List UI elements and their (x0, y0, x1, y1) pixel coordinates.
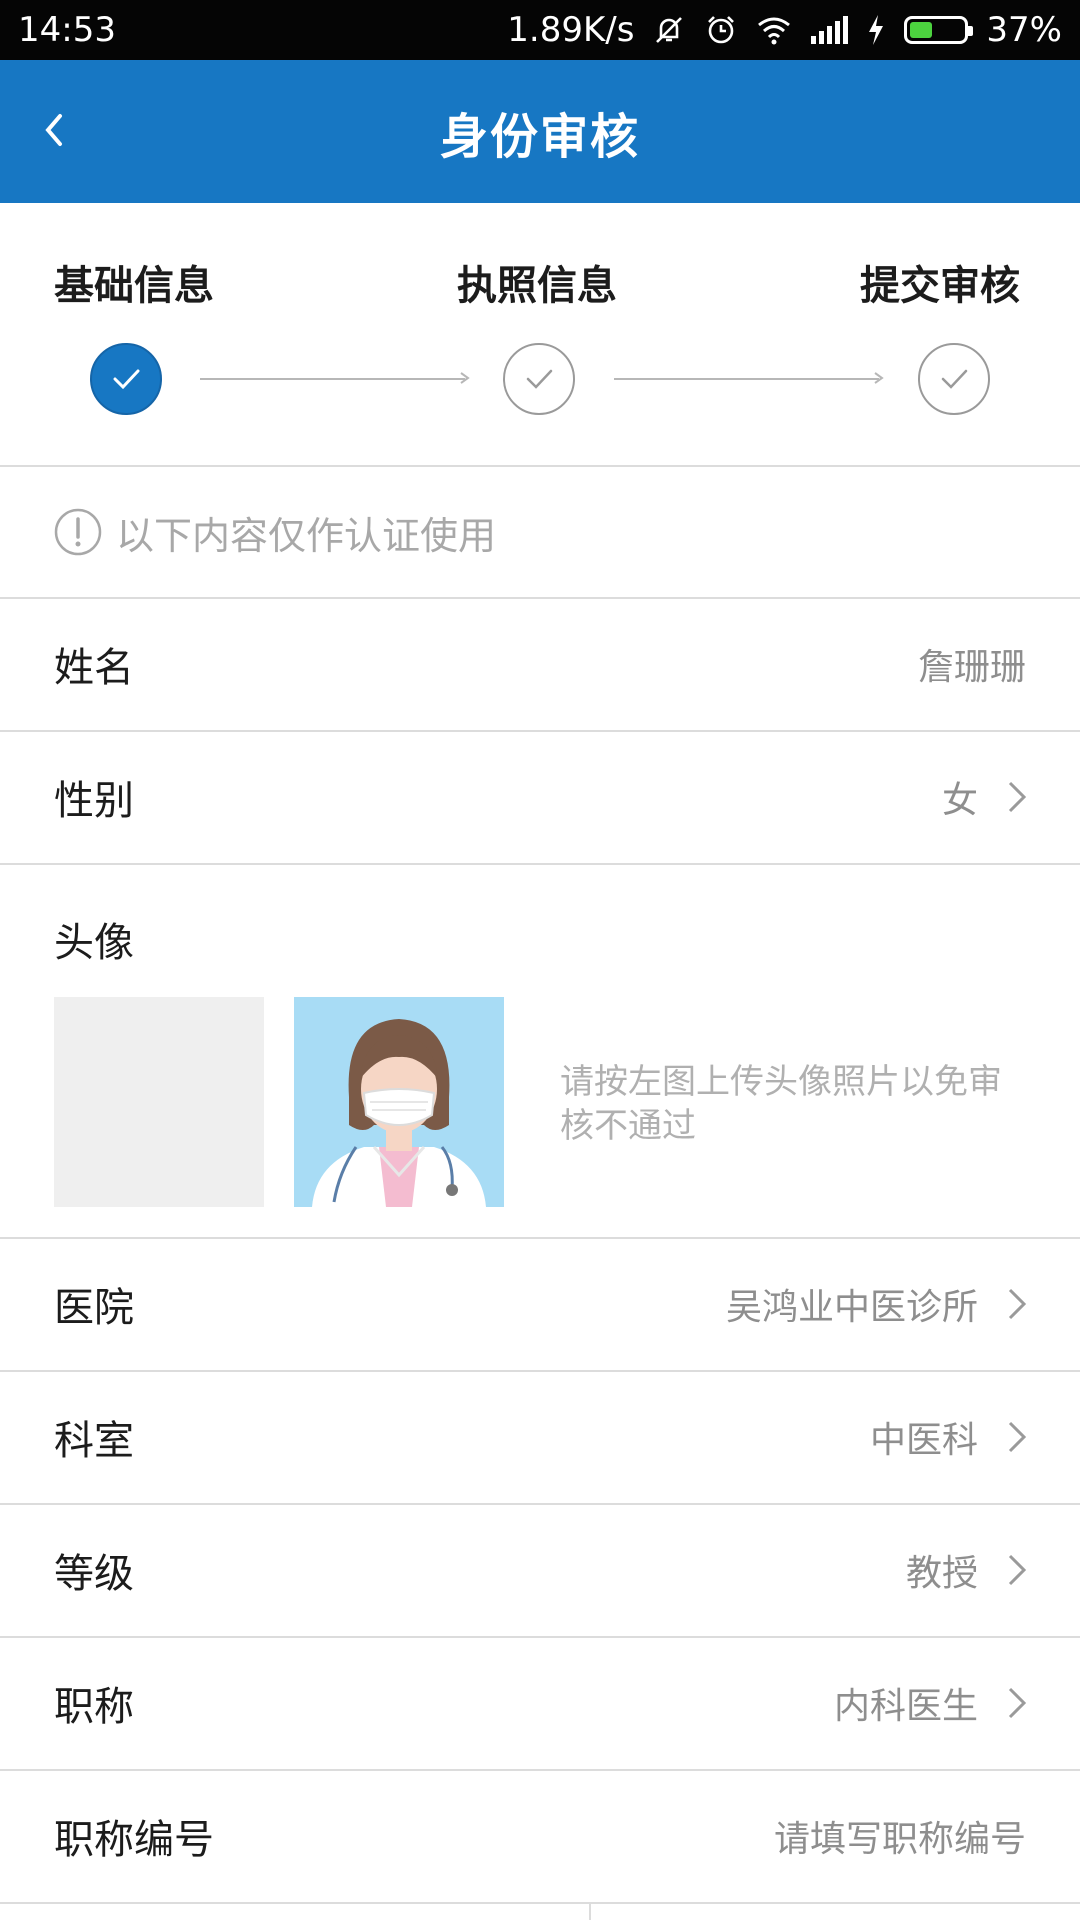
name-row: 姓名 詹珊珊 (0, 599, 1080, 729)
title-row[interactable]: 职称 内科医生 (0, 1638, 1080, 1768)
department-row[interactable]: 科室 中医科 (0, 1372, 1080, 1502)
chevron-right-icon (1008, 1421, 1027, 1453)
step-license-check-icon (503, 343, 575, 415)
title-label: 职称 (54, 1684, 134, 1730)
mute-icon (652, 13, 686, 47)
chevron-right-icon (1008, 1288, 1027, 1320)
gender-value-group: 女 (942, 771, 1030, 823)
step-connector-2 (614, 378, 879, 380)
button-separator (589, 1904, 591, 1920)
signal-icon (810, 16, 849, 44)
hospital-value: 吴鸿业中医诊所 (725, 1287, 978, 1328)
title-value: 内科医生 (833, 1686, 978, 1727)
avatar-hint: 请按左图上传头像照片以免审核不通过 (560, 1062, 1002, 1146)
arrow-right-icon (874, 372, 884, 384)
name-label: 姓名 (54, 645, 134, 691)
gender-label: 性别 (54, 778, 134, 824)
back-button[interactable] (36, 100, 76, 160)
step-label-submit: 提交审核 (860, 263, 1020, 309)
status-bar: 14:53 1.89K/s 37% (0, 0, 1080, 60)
info-icon (54, 508, 102, 556)
divider (0, 863, 1080, 865)
notice-text: 以下内容仅作认证使用 (116, 513, 497, 558)
level-value: 教授 (905, 1553, 978, 1594)
step-basic-check-icon (90, 343, 162, 415)
level-row[interactable]: 等级 教授 (0, 1505, 1080, 1635)
department-value-group: 中医科 (870, 1411, 1030, 1463)
page-title: 身份审核 (439, 108, 640, 165)
chevron-left-icon (45, 114, 62, 146)
wifi-icon (756, 15, 792, 45)
battery-icon (904, 16, 974, 44)
avatar-upload-slot[interactable] (54, 997, 264, 1207)
net-speed: 1.89K/s (507, 10, 635, 50)
arrow-right-icon (460, 372, 470, 384)
gender-value: 女 (941, 780, 978, 821)
hospital-value-group: 吴鸿业中医诊所 (726, 1278, 1030, 1330)
alarm-icon (704, 13, 738, 47)
doctor-avatar-icon (312, 1019, 486, 1207)
title-number-input[interactable]: 请填写职称编号 (774, 1810, 1026, 1862)
title-number-row[interactable]: 职称编号 请填写职称编号 (0, 1771, 1080, 1901)
status-right: 1.89K/s 37% (507, 10, 1062, 50)
divider (0, 1902, 1080, 1904)
charging-icon (866, 14, 886, 46)
status-time: 14:53 (18, 10, 116, 50)
department-value: 中医科 (869, 1420, 978, 1461)
level-value-group: 教授 (906, 1544, 1030, 1596)
step-connector-1 (200, 378, 465, 380)
title-value-group: 内科医生 (834, 1677, 1030, 1729)
avatar-label: 头像 (54, 920, 134, 966)
chevron-right-icon (1008, 1687, 1027, 1719)
level-label: 等级 (54, 1551, 134, 1597)
department-label: 科室 (54, 1418, 134, 1464)
hospital-label: 医院 (54, 1285, 134, 1331)
app-bar: 身份审核 (0, 60, 1080, 203)
notice-banner: 以下内容仅作认证使用 (0, 467, 1080, 597)
step-label-license: 执照信息 (457, 263, 617, 309)
chevron-right-icon (1008, 781, 1027, 813)
step-label-basic: 基础信息 (54, 263, 214, 309)
title-number-label: 职称编号 (54, 1817, 214, 1863)
battery-percent: 37% (986, 10, 1062, 50)
step-indicator: 基础信息 执照信息 提交审核 (0, 203, 1080, 465)
gender-row[interactable]: 性别 女 (0, 732, 1080, 862)
avatar-example-image (294, 997, 504, 1207)
chevron-right-icon (1008, 1554, 1027, 1586)
hospital-row[interactable]: 医院 吴鸿业中医诊所 (0, 1239, 1080, 1369)
step-submit-check-icon (918, 343, 990, 415)
name-value: 詹珊珊 (917, 647, 1026, 688)
